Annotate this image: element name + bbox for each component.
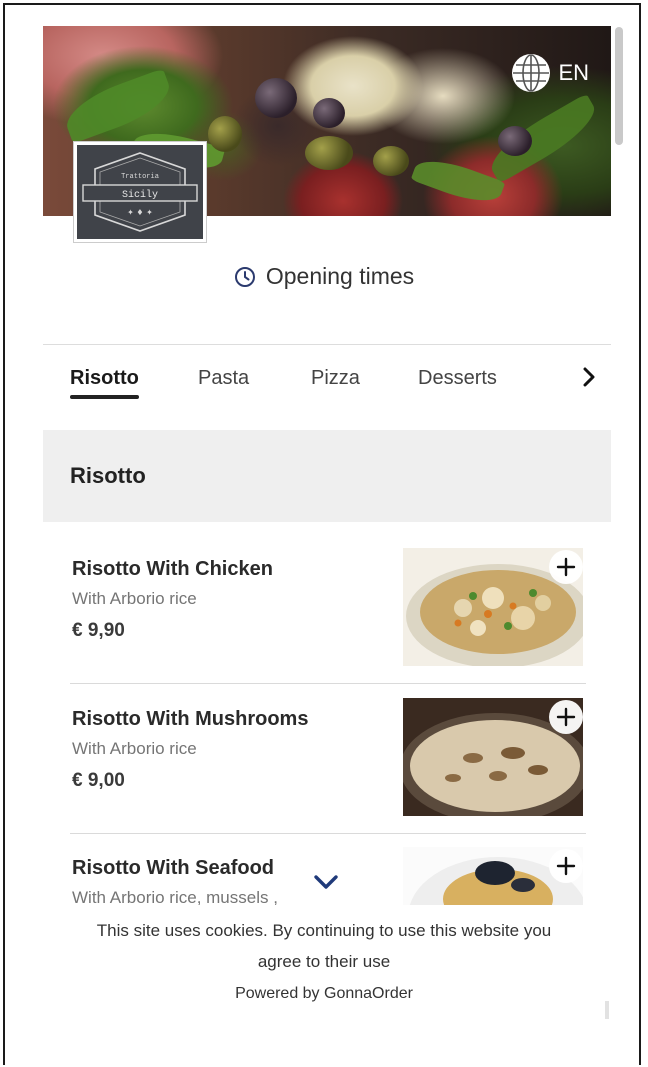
cookie-text-line1: This site uses cookies. By continuing to…	[96, 921, 552, 940]
chevron-down-icon[interactable]	[311, 871, 341, 893]
chevron-right-icon[interactable]	[577, 365, 601, 389]
tab-pizza[interactable]: Pizza	[311, 367, 360, 390]
tab-pasta[interactable]: Pasta	[198, 367, 249, 390]
item-name: Risotto With Chicken	[72, 558, 273, 580]
item-name: Risotto With Seafood	[72, 857, 275, 879]
plus-icon	[556, 856, 576, 876]
globe-icon	[512, 54, 551, 92]
page-scrollbar[interactable]	[605, 1001, 609, 1019]
svg-text:Trattoria: Trattoria	[121, 173, 159, 181]
plus-icon	[556, 707, 576, 727]
restaurant-logo: Trattoria Sicily ✦ ♦ ✦	[74, 142, 206, 242]
item-divider	[70, 833, 586, 834]
item-photo	[403, 698, 583, 816]
category-tabs: Risotto Pasta Pizza Desserts	[43, 345, 611, 415]
language-selector[interactable]: EN	[512, 54, 589, 92]
add-item-button[interactable]	[549, 550, 583, 584]
cookie-notice: This site uses cookies. By continuing to…	[5, 905, 639, 977]
hero-scrollbar[interactable]	[615, 27, 623, 145]
opening-times-label: Opening times	[265, 263, 415, 289]
menu-item-risotto-chicken[interactable]: Risotto With Chicken With Arborio rice €…	[70, 548, 586, 696]
item-divider	[70, 683, 586, 684]
svg-text:Sicily: Sicily	[122, 189, 158, 201]
page-frame: EN Trattoria Sicily ✦ ♦ ✦ Opening times …	[3, 3, 641, 1065]
tab-risotto[interactable]: Risotto	[70, 367, 139, 399]
clock-icon	[234, 266, 255, 287]
item-description: With Arborio rice	[72, 739, 197, 758]
language-label: EN	[558, 60, 589, 85]
plus-icon	[556, 557, 576, 577]
item-price: € 9,00	[72, 770, 125, 791]
menu-item-risotto-mushrooms[interactable]: Risotto With Mushrooms With Arborio rice…	[70, 698, 586, 846]
item-description: With Arborio rice	[72, 589, 197, 608]
item-photo	[403, 548, 583, 666]
section-title: Risotto	[70, 463, 146, 488]
item-photo	[403, 847, 583, 907]
add-item-button[interactable]	[549, 849, 583, 883]
svg-text:✦ ♦ ✦: ✦ ♦ ✦	[127, 208, 153, 217]
powered-by-link[interactable]: Powered by GonnaOrder	[5, 985, 639, 1003]
add-item-button[interactable]	[549, 700, 583, 734]
cookie-text-line2: agree to their use	[257, 952, 391, 971]
section-header: Risotto	[43, 430, 611, 522]
tab-desserts[interactable]: Desserts	[418, 367, 497, 390]
item-name: Risotto With Mushrooms	[72, 708, 309, 730]
item-price: € 9,90	[72, 620, 125, 641]
opening-times-link[interactable]: Opening times	[5, 263, 639, 290]
